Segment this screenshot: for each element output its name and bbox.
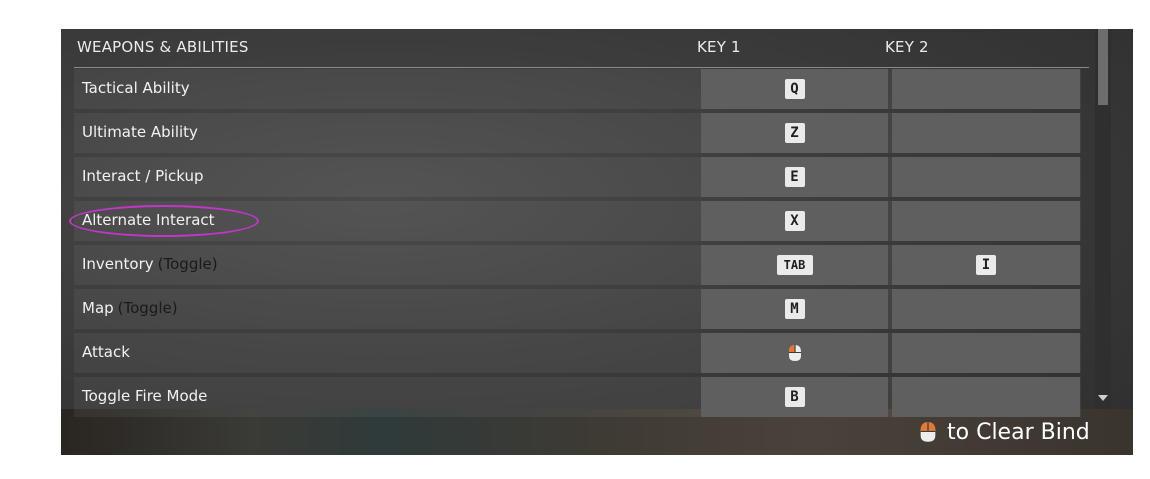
key-m-icon: M: [784, 299, 805, 319]
clear-bind-text: to Clear Bind: [947, 419, 1090, 445]
key2-bind-cell[interactable]: [892, 377, 1080, 417]
highlight-circle-annotation: [69, 205, 259, 237]
mouse-left-icon: [788, 345, 801, 361]
toggle-suffix: (Toggle): [157, 255, 218, 273]
row-label: Map (Toggle): [82, 299, 178, 317]
table-header: WEAPONS & ABILITIES KEY 1 KEY 2: [61, 29, 1089, 67]
row-label: Tactical Ability: [82, 79, 190, 97]
row-label: Ultimate Ability: [82, 123, 198, 141]
key-x-icon: X: [784, 211, 805, 231]
key2-bind-cell[interactable]: [892, 201, 1080, 241]
keybind-panel: WEAPONS & ABILITIES KEY 1 KEY 2 Tactical…: [61, 29, 1133, 455]
key2-column-header: KEY 2: [885, 38, 929, 56]
toggle-suffix: (Toggle): [117, 299, 178, 317]
scrollbar[interactable]: [1095, 29, 1111, 409]
row-label: Attack: [82, 343, 130, 361]
scrollbar-thumb[interactable]: [1098, 29, 1108, 105]
key-q-icon: Q: [784, 79, 805, 99]
key-tab-icon: TAB: [776, 255, 813, 275]
key2-bind-cell[interactable]: [892, 69, 1080, 109]
key1-bind-cell[interactable]: M: [701, 289, 888, 329]
key1-bind-cell[interactable]: TAB: [701, 245, 888, 285]
keybind-row-attack[interactable]: Attack: [74, 333, 1081, 373]
key1-column-header: KEY 1: [697, 38, 741, 56]
key1-bind-cell[interactable]: X: [701, 201, 888, 241]
section-title: WEAPONS & ABILITIES: [77, 38, 249, 56]
key2-bind-cell[interactable]: [892, 113, 1080, 153]
key2-bind-cell[interactable]: [892, 289, 1080, 329]
keybind-row-inventory[interactable]: Inventory (Toggle) TAB I: [74, 245, 1081, 285]
mouse-right-icon: [920, 422, 936, 442]
keybind-row-tactical-ability[interactable]: Tactical Ability Q: [74, 69, 1081, 109]
keybind-row-ultimate-ability[interactable]: Ultimate Ability Z: [74, 113, 1081, 153]
clear-bind-hint: to Clear Bind: [917, 418, 1090, 446]
key-b-icon: B: [784, 387, 805, 407]
row-label: Inventory (Toggle): [82, 255, 218, 273]
row-label: Interact / Pickup: [82, 167, 204, 185]
key2-bind-cell[interactable]: [892, 333, 1080, 373]
key1-bind-cell[interactable]: B: [701, 377, 888, 417]
keybind-row-interact-pickup[interactable]: Interact / Pickup E: [74, 157, 1081, 197]
key1-bind-cell[interactable]: Z: [701, 113, 888, 153]
scroll-down-arrow-icon[interactable]: [1098, 395, 1108, 401]
row-label: Toggle Fire Mode: [82, 387, 208, 405]
key1-bind-cell[interactable]: E: [701, 157, 888, 197]
key1-bind-cell[interactable]: Q: [701, 69, 888, 109]
key-z-icon: Z: [784, 123, 805, 143]
key-e-icon: E: [784, 167, 805, 187]
key2-bind-cell[interactable]: [892, 157, 1080, 197]
key1-bind-cell[interactable]: [701, 333, 888, 373]
header-divider: [74, 67, 1089, 68]
key2-bind-cell[interactable]: I: [892, 245, 1080, 285]
keybind-row-map[interactable]: Map (Toggle) M: [74, 289, 1081, 329]
key-i-icon: I: [976, 255, 996, 275]
keybind-row-toggle-fire-mode[interactable]: Toggle Fire Mode B: [74, 377, 1081, 417]
